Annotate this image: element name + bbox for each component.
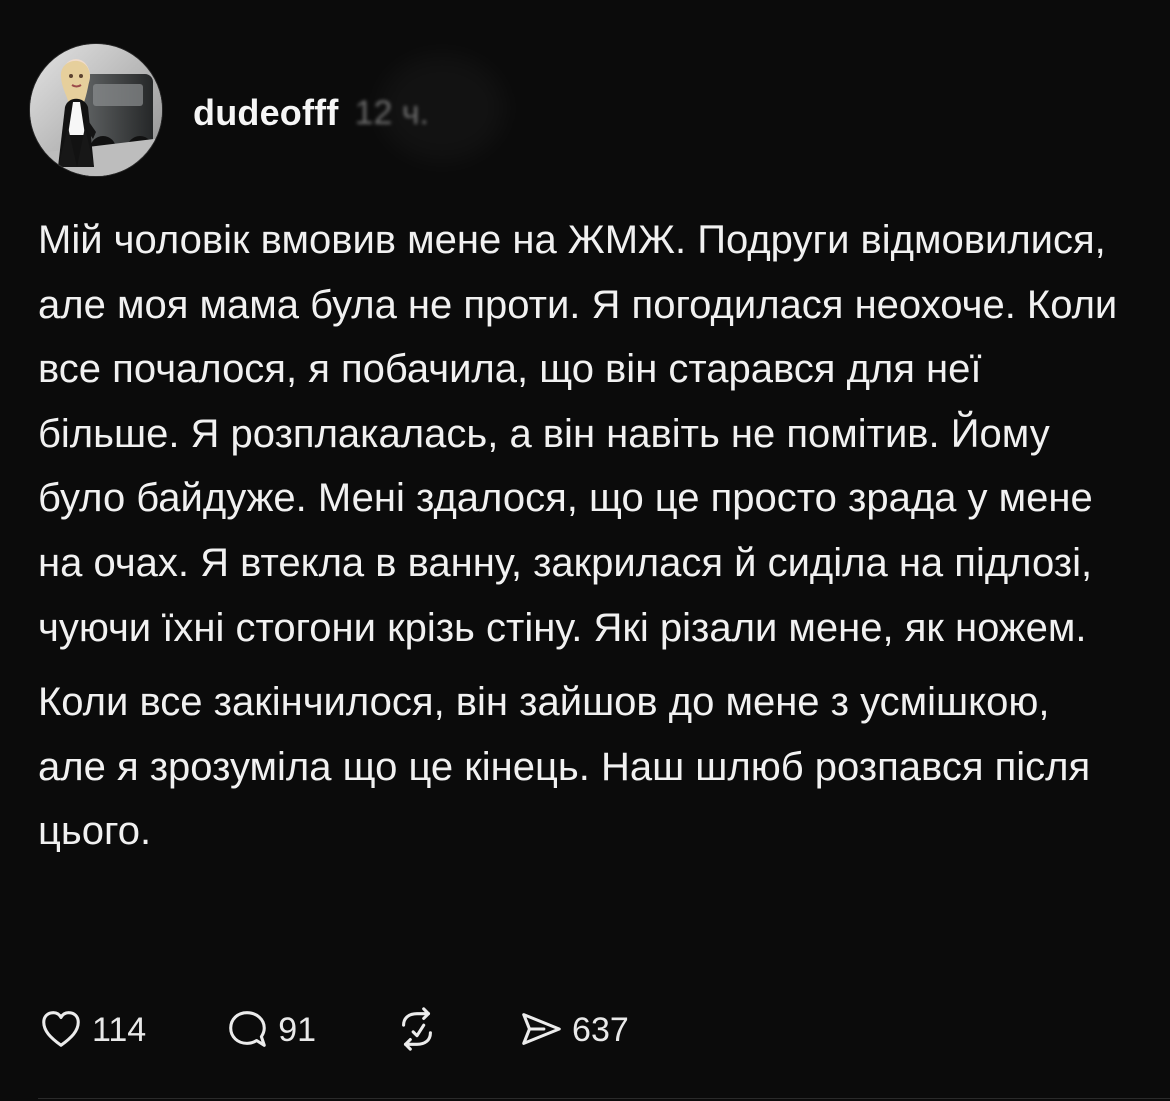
post-paragraph-2: Коли все закінчилося, він зайшов до мене… [38, 680, 1091, 854]
comment-count: 91 [278, 1011, 317, 1049]
like-button[interactable]: 114 [38, 1006, 146, 1052]
username[interactable]: dudeofff [193, 92, 339, 134]
repost-icon [402, 1007, 432, 1051]
avatar-image [30, 44, 162, 176]
post-header: dudeofff 12 ч. [193, 88, 429, 138]
comment-bubble-icon [229, 1011, 267, 1047]
post-paragraph-1: Мій чоловік вмовив мене на ЖМЖ. Подруги … [38, 218, 1118, 650]
divider [38, 1098, 1170, 1099]
post-card: dudeofff 12 ч. Мій чоловік вмовив мене н… [0, 0, 1170, 1101]
like-count: 114 [92, 1011, 147, 1049]
comment-button[interactable]: 91 [224, 1006, 316, 1052]
send-icon [522, 1013, 561, 1045]
avatar[interactable] [30, 44, 162, 176]
share-count: 637 [572, 1011, 629, 1049]
post-time: 12 ч. [354, 93, 429, 132]
share-button[interactable]: 637 [518, 1006, 629, 1052]
post-actions: 114 91 637 [38, 1005, 629, 1053]
heart-icon [42, 1011, 80, 1047]
repost-button[interactable] [394, 1006, 440, 1052]
post-body: Мій чоловік вмовив мене на ЖМЖ. Подруги … [38, 208, 1128, 864]
